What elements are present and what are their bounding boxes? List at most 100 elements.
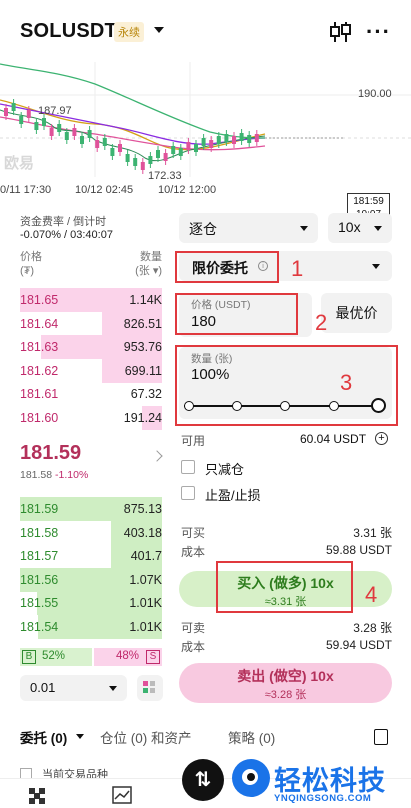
annotation-box-3 xyxy=(175,345,398,426)
candlestick-settings-icon[interactable] xyxy=(330,20,352,44)
price-chart[interactable]: 190.00 187.97 172.33 181:59 10:07 欧易 0/1… xyxy=(0,62,411,223)
ask-row[interactable]: 181.65 1.14K xyxy=(20,288,162,312)
candle-body xyxy=(95,140,100,148)
ask-row[interactable]: 181.60 191.24 xyxy=(20,405,162,430)
bid-price: 181.57 xyxy=(20,549,59,563)
ask-row[interactable]: 181.64 826.51 xyxy=(20,311,162,336)
depth-step-select[interactable]: 0.01 xyxy=(20,675,127,701)
orderbook-qty-header[interactable]: 数量 (张 ▾) xyxy=(100,250,162,278)
ask-price: 181.62 xyxy=(20,363,59,378)
current-price-value: 181:59 xyxy=(353,196,384,207)
candle-body xyxy=(34,122,39,130)
sell-short-button[interactable]: 卖出 (做空) 10x ≈3.28 张 xyxy=(179,663,392,703)
contract-tag: 永续 xyxy=(114,22,144,42)
x-tick-2: 10/12 02:45 xyxy=(75,184,134,196)
can-sell-value: 3.28 张 xyxy=(353,621,392,635)
bid-row[interactable]: 181.59 875.13 xyxy=(20,497,162,521)
chevron-down-icon[interactable] xyxy=(76,734,84,739)
bid-price: 181.58 xyxy=(20,525,59,540)
can-buy-label: 可买 xyxy=(181,526,206,540)
grid-nav-icon[interactable] xyxy=(28,787,46,805)
candle-body xyxy=(254,134,259,142)
orderbook-layout-icon[interactable] xyxy=(137,675,163,701)
reduce-only-checkbox[interactable] xyxy=(181,460,195,474)
candle-body xyxy=(72,128,77,136)
ask-qty: 953.76 xyxy=(123,340,162,354)
bid-row[interactable]: 181.54 1.01K xyxy=(20,614,162,639)
can-buy-value: 3.31 张 xyxy=(353,526,392,540)
ask-row[interactable]: 181.62 699.11 xyxy=(20,358,162,383)
annotation-number-2: 2 xyxy=(315,310,328,335)
bid-price: 181.54 xyxy=(20,619,59,634)
transfer-plus-icon[interactable]: + xyxy=(375,432,388,445)
tp-sl-checkbox[interactable] xyxy=(181,486,195,500)
chevron-right-icon[interactable] xyxy=(151,450,163,462)
y-tick-190: 190.00 xyxy=(358,88,392,100)
ask-price: 181.61 xyxy=(20,387,59,401)
ask-price: 181.64 xyxy=(20,316,59,331)
bid-qty: 1.07K xyxy=(129,572,162,587)
mark-price-line: 181.58 -1.10% xyxy=(20,469,88,481)
ask-row[interactable]: 181.63 953.76 xyxy=(20,335,162,359)
candle-body xyxy=(201,138,206,146)
annotation-box-1 xyxy=(175,251,279,283)
candle-body xyxy=(11,103,16,111)
sell-cost-label: 成本 xyxy=(181,640,206,654)
margin-mode-value: 逐仓 xyxy=(189,221,217,237)
annotation-number-4: 4 xyxy=(365,582,378,607)
bottom-tabs: 委托 (0) 仓位 (0) 和资产 策略 (0) xyxy=(0,722,411,752)
candle-body xyxy=(102,138,107,146)
trade-swap-icon[interactable]: ⇅ xyxy=(182,759,224,801)
order-history-icon[interactable] xyxy=(374,729,388,745)
candle-body xyxy=(239,133,244,141)
leverage-select[interactable]: 10x xyxy=(328,213,392,243)
header: SOLUSDT 永续 ··· xyxy=(0,0,411,62)
sell-button-sub: ≈3.28 张 xyxy=(264,689,307,701)
best-price-button[interactable]: 最优价 xyxy=(321,293,392,333)
sell-tag: S xyxy=(146,650,160,664)
chevron-down-icon[interactable] xyxy=(154,27,164,33)
leverage-value: 10x xyxy=(338,219,361,235)
bid-row[interactable]: 181.55 1.01K xyxy=(20,591,162,615)
candle-body xyxy=(118,144,122,152)
mark-price: 181.58 xyxy=(20,469,53,481)
bid-qty: 1.01K xyxy=(129,596,162,610)
more-icon[interactable]: ··· xyxy=(366,21,391,43)
ask-price: 181.63 xyxy=(20,340,59,354)
reduce-only-label: 只减仓 xyxy=(205,462,245,477)
candle-body xyxy=(140,162,145,170)
last-price: 181.59 xyxy=(20,442,82,464)
candle-body xyxy=(178,148,183,156)
tab-positions[interactable]: 仓位 (0) 和资产 xyxy=(100,727,192,747)
candle-body xyxy=(171,146,176,154)
price-change: -1.10% xyxy=(55,469,89,481)
annotation-box-4 xyxy=(216,561,353,613)
symbol-title[interactable]: SOLUSDT xyxy=(20,20,117,43)
bid-row[interactable]: 181.56 1.07K xyxy=(20,567,162,592)
candle-body xyxy=(209,140,214,148)
ask-row[interactable]: 181.61 67.32 xyxy=(20,382,162,406)
available-label: 可用 xyxy=(181,434,206,448)
x-tick-1: 0/11 17:30 xyxy=(0,184,52,196)
candle-body xyxy=(163,153,168,161)
buy-tag: B xyxy=(22,650,36,664)
bid-row[interactable]: 181.58 403.18 xyxy=(20,520,162,545)
candle-body xyxy=(148,156,153,164)
ask-qty: 699.11 xyxy=(124,363,162,378)
margin-mode-select[interactable]: 逐仓 xyxy=(179,213,318,243)
buy-cost-label: 成本 xyxy=(181,545,206,559)
candle-body xyxy=(57,124,62,132)
brand-url: YNQINGSONG.COM xyxy=(274,793,372,804)
tab-strategy[interactable]: 策略 (0) xyxy=(228,727,275,747)
candle-body xyxy=(224,134,229,142)
x-tick-3: 10/12 12:00 xyxy=(158,184,217,196)
bid-row[interactable]: 181.57 401.7 xyxy=(20,544,162,568)
chart-nav-icon[interactable] xyxy=(112,786,132,804)
candle-body xyxy=(125,154,130,162)
tp-sl-label: 止盈/止损 xyxy=(205,488,261,503)
tab-orders[interactable]: 委托 (0) xyxy=(20,727,67,747)
ask-price: 181.60 xyxy=(20,410,59,425)
buy-ratio: 52% xyxy=(42,650,66,662)
candle-body xyxy=(133,158,138,166)
bid-price: 181.55 xyxy=(20,596,59,610)
